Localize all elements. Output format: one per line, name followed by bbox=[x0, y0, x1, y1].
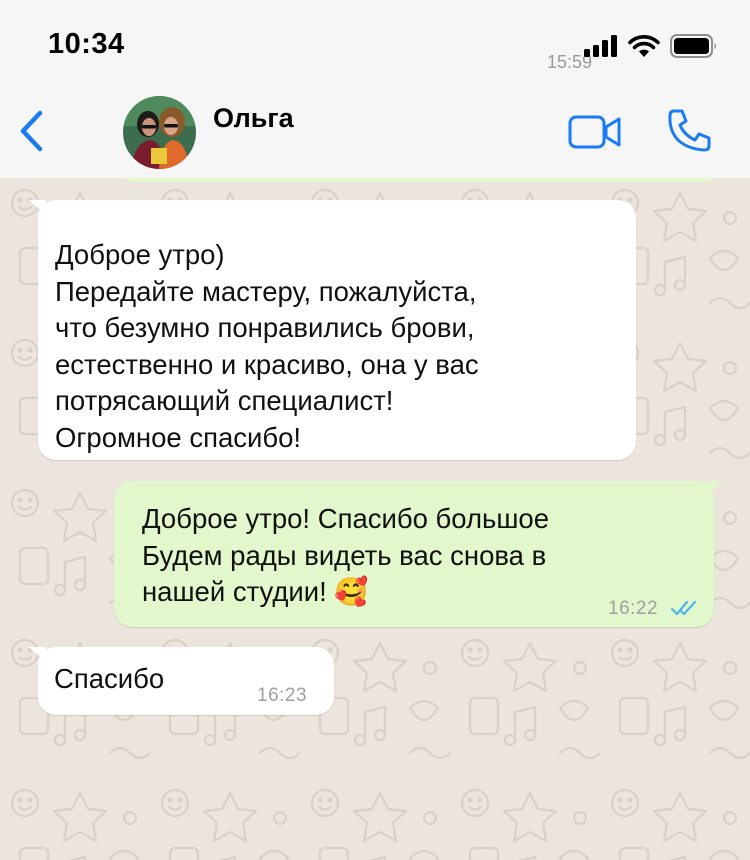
message-bubble-outgoing[interactable]: Доброе утро! Спасибо большое Будем рады … bbox=[114, 481, 724, 627]
avatar-photo bbox=[123, 96, 196, 169]
contact-name[interactable]: Ольга bbox=[213, 103, 294, 134]
voice-call-button[interactable] bbox=[666, 106, 714, 154]
battery-icon bbox=[670, 34, 716, 58]
message-text: Спасибо bbox=[54, 663, 165, 694]
chevron-left-icon bbox=[20, 110, 43, 152]
chat-header: Ольга bbox=[0, 88, 750, 178]
back-button[interactable] bbox=[14, 108, 50, 154]
bubble-tail bbox=[706, 481, 724, 495]
bubble-tail bbox=[28, 647, 46, 661]
message-time: 16:22 bbox=[608, 598, 659, 619]
status-time: 10:34 bbox=[48, 28, 125, 60]
previous-message-edge bbox=[120, 178, 720, 182]
signal-bars-icon bbox=[584, 35, 617, 57]
double-check-icon bbox=[671, 600, 697, 616]
chat-area[interactable]: Доброе утро) Передайте мастеру, пожалуйс… bbox=[0, 178, 750, 860]
video-call-button[interactable] bbox=[568, 114, 622, 150]
phone-icon bbox=[668, 109, 711, 152]
message-text: Доброе утро! Спасибо большое Будем рады … bbox=[142, 503, 550, 607]
bubble-tail bbox=[28, 200, 46, 214]
wifi-icon bbox=[628, 34, 660, 57]
message-bubble-incoming[interactable]: Спасибо 16:23 bbox=[28, 647, 334, 715]
message-bubble-incoming[interactable]: Доброе утро) Передайте мастеру, пожалуйс… bbox=[28, 200, 636, 460]
status-icons bbox=[584, 34, 718, 58]
status-bar: 10:34 15:59 bbox=[0, 0, 750, 88]
message-time: 16:23 bbox=[257, 685, 308, 706]
video-call-icon bbox=[568, 115, 621, 149]
contact-avatar[interactable] bbox=[123, 96, 196, 169]
message-text: Доброе утро) Передайте мастеру, пожалуйс… bbox=[55, 239, 479, 453]
